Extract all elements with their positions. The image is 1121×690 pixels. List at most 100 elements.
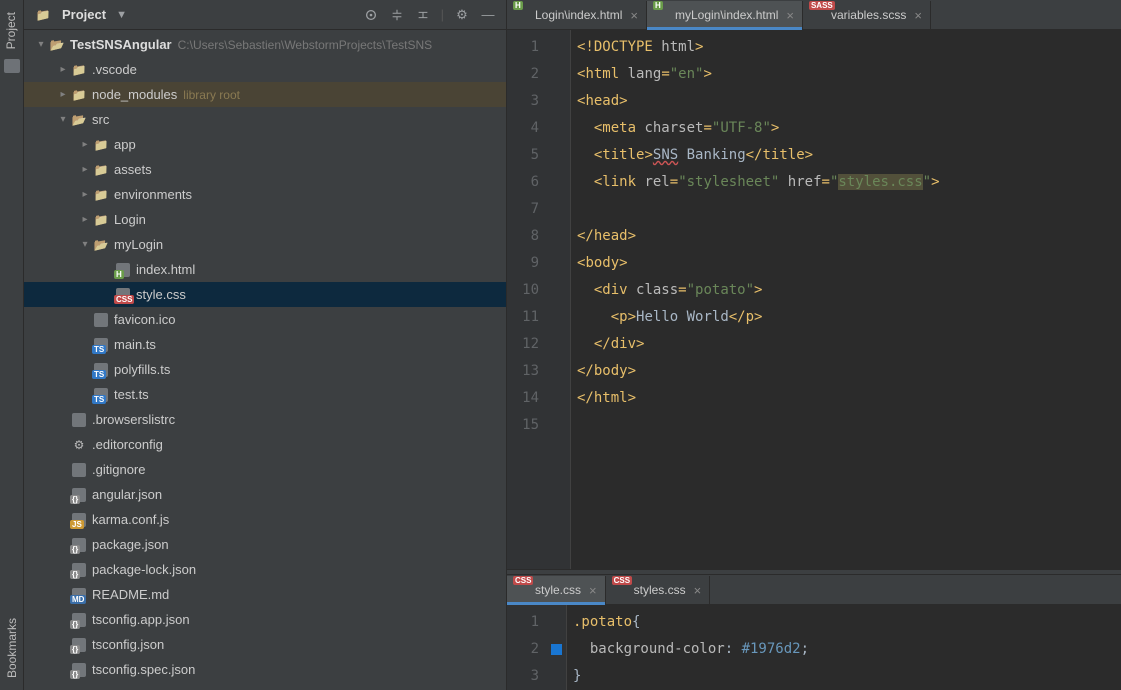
tree-item-label: environments [114, 187, 192, 202]
tree-item-label: app [114, 137, 136, 152]
tree-item-path: C:\Users\Sebastien\WebstormProjects\Test… [178, 38, 433, 52]
folder-icon [4, 59, 20, 73]
tree-item[interactable]: CSSstyle.css [24, 282, 506, 307]
tree-item[interactable]: TS main.ts [24, 332, 506, 357]
tree-item[interactable]: Hindex.html [24, 257, 506, 282]
tab-label: Login\index.html [535, 8, 622, 22]
tree-item[interactable]: .gitignore [24, 457, 506, 482]
generic-file-icon [70, 412, 88, 428]
tree-arrow[interactable] [78, 164, 92, 175]
folder-icon [92, 187, 110, 203]
tree-arrow[interactable] [34, 39, 48, 50]
chevron-down-icon[interactable]: ▼ [116, 9, 127, 21]
tree-item-label: node_modules [92, 87, 177, 102]
css-file-icon: CSS [515, 583, 529, 597]
tree-item[interactable]: .browserslistrc [24, 407, 506, 432]
folder-icon [92, 162, 110, 178]
tree-item-label: .gitignore [92, 462, 145, 477]
tree-item[interactable]: {} tsconfig.spec.json [24, 657, 506, 682]
tree-item-label: assets [114, 162, 152, 177]
hide-panel-icon[interactable]: — [480, 7, 496, 23]
tree-item[interactable]: myLogin [24, 232, 506, 257]
md-file-icon: MD [70, 587, 88, 603]
tab-label: myLogin\index.html [675, 8, 778, 22]
code-editor-top[interactable]: 123456789101112131415 <!DOCTYPE html><ht… [507, 30, 1121, 569]
folder-icon [34, 7, 52, 23]
close-tab-icon[interactable]: × [786, 8, 794, 23]
tree-arrow[interactable] [78, 139, 92, 150]
tree-item[interactable]: TS polyfills.ts [24, 357, 506, 382]
collapse-all-icon[interactable] [415, 7, 431, 23]
close-tab-icon[interactable]: × [694, 583, 702, 598]
folder-icon [70, 112, 88, 128]
ts-file-icon: TS [92, 387, 110, 403]
tree-item-label: .vscode [92, 62, 137, 77]
tree-item[interactable]: {}package.json [24, 532, 506, 557]
tree-item-label: polyfills.ts [114, 362, 170, 377]
project-panel: Project ▼ | ⚙ — TestSNSAngularC:\Users\S… [24, 0, 507, 690]
project-tree[interactable]: TestSNSAngularC:\Users\Sebastien\Webstor… [24, 30, 506, 690]
json-file-icon: {} [70, 562, 88, 578]
close-tab-icon[interactable]: × [589, 583, 597, 598]
tree-item[interactable]: environments [24, 182, 506, 207]
close-tab-icon[interactable]: × [914, 8, 922, 23]
tree-item-label: myLogin [114, 237, 163, 252]
tree-item[interactable]: TStest.ts [24, 382, 506, 407]
tree-item[interactable]: src [24, 107, 506, 132]
tree-arrow[interactable] [78, 239, 92, 250]
json-file-icon: {} [70, 637, 88, 653]
json-file-icon: {} [70, 662, 88, 678]
tree-item[interactable]: {}angular.json [24, 482, 506, 507]
close-tab-icon[interactable]: × [630, 8, 638, 23]
tree-item-label: tsconfig.spec.json [92, 662, 195, 677]
folder-icon [70, 87, 88, 103]
panel-title[interactable]: Project [62, 7, 106, 22]
generic-file-icon [92, 312, 110, 328]
color-swatch[interactable] [551, 644, 562, 655]
tree-arrow[interactable] [78, 189, 92, 200]
tree-arrow[interactable] [78, 214, 92, 225]
tree-item[interactable]: .vscode [24, 57, 506, 82]
gear-icon: ⚙ [70, 437, 88, 453]
fold-gutter[interactable] [557, 30, 571, 569]
editor-tab[interactable]: HLogin\index.html× [507, 1, 647, 29]
code-editor-bottom[interactable]: 123 .potato{ background-color: #1976d2;} [507, 605, 1121, 690]
tree-arrow[interactable] [56, 64, 70, 75]
tab-label: styles.css [634, 583, 686, 597]
tree-item[interactable]: node_moduleslibrary root [24, 82, 506, 107]
tree-item[interactable]: {} tsconfig.app.json [24, 607, 506, 632]
ts-file-icon: TS [92, 362, 110, 378]
project-tool-button[interactable]: Project [4, 8, 18, 53]
json-file-icon: {} [70, 612, 88, 628]
tree-arrow[interactable] [56, 89, 70, 100]
tree-item[interactable]: MD README.md [24, 582, 506, 607]
tree-item[interactable]: assets [24, 157, 506, 182]
css-file-icon: CSS [114, 287, 132, 303]
tree-item[interactable]: Login [24, 207, 506, 232]
settings-icon[interactable]: ⚙ [454, 7, 470, 23]
tree-item[interactable]: TestSNSAngularC:\Users\Sebastien\Webstor… [24, 32, 506, 57]
editor-tab[interactable]: HmyLogin\index.html× [647, 1, 803, 29]
tree-item[interactable]: app [24, 132, 506, 157]
editor-tab[interactable]: CSSstyle.css× [507, 576, 606, 604]
tree-item-label: README.md [92, 587, 169, 602]
tree-item[interactable]: ⚙.editorconfig [24, 432, 506, 457]
tree-arrow[interactable] [56, 114, 70, 125]
code-text[interactable]: <!DOCTYPE html><html lang="en"><head> <m… [571, 30, 1121, 569]
tree-item[interactable]: {}package-lock.json [24, 557, 506, 582]
select-opened-file-icon[interactable] [363, 7, 379, 23]
editor-tab[interactable]: SASSvariables.scss× [803, 1, 931, 29]
tree-item-label: main.ts [114, 337, 156, 352]
tool-window-stripe: Project Bookmarks [0, 0, 24, 690]
tree-item-label: package.json [92, 537, 169, 552]
tree-item[interactable]: favicon.ico [24, 307, 506, 332]
bookmarks-tool-button[interactable]: Bookmarks [5, 614, 19, 682]
code-text[interactable]: .potato{ background-color: #1976d2;} [567, 605, 1121, 690]
expand-all-icon[interactable] [389, 7, 405, 23]
sass-file-icon: SASS [811, 8, 825, 22]
tree-item[interactable]: JSkarma.conf.js [24, 507, 506, 532]
editor-tab[interactable]: CSSstyles.css× [606, 576, 711, 604]
tree-item-label: tsconfig.app.json [92, 612, 190, 627]
ts-file-icon: TS [92, 337, 110, 353]
tree-item[interactable]: {}tsconfig.json [24, 632, 506, 657]
